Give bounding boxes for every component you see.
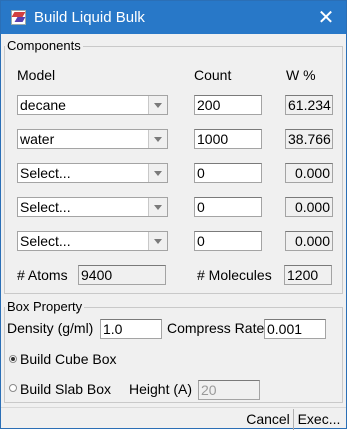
height-input: 20 [198, 380, 260, 400]
count-input-2[interactable]: 1000 [194, 129, 262, 149]
build-cube-box-radio[interactable] [9, 355, 17, 363]
app-icon [11, 10, 26, 25]
close-icon[interactable]: ✕ [311, 4, 341, 32]
components-group-title: Components [5, 38, 83, 53]
model-select-2[interactable]: water [17, 129, 168, 149]
model-select-5[interactable]: Select... [17, 231, 168, 251]
atoms-label: # Atoms [17, 267, 68, 283]
weight-value-4: 0.000 [285, 197, 333, 217]
box-property-group-title: Box Property [5, 299, 85, 314]
model-select-4-value: Select... [20, 199, 71, 215]
count-input-3[interactable]: 0 [194, 163, 262, 183]
window-title: Build Liquid Bulk [34, 9, 145, 26]
weight-value-2: 38.766 [285, 129, 333, 149]
density-input[interactable]: 1.0 [100, 319, 162, 339]
compress-rate-input[interactable]: 0.001 [264, 319, 326, 339]
count-input-1[interactable]: 200 [194, 95, 262, 115]
cancel-button[interactable]: Cancel [245, 409, 291, 430]
weight-value-3: 0.000 [285, 163, 333, 183]
count-header: Count [194, 67, 232, 83]
count-input-4[interactable]: 0 [194, 197, 262, 217]
model-select-2-value: water [20, 131, 55, 147]
chevron-down-icon[interactable] [148, 164, 167, 182]
molecules-label: # Molecules [197, 267, 272, 283]
chevron-down-icon[interactable] [148, 232, 167, 250]
chevron-down-icon[interactable] [148, 130, 167, 148]
chevron-down-icon[interactable] [148, 198, 167, 216]
model-select-1-value: decane [20, 97, 66, 113]
density-label: Density (g/ml) [7, 320, 94, 336]
atoms-value: 9400 [78, 265, 166, 285]
count-input-5[interactable]: 0 [194, 231, 262, 251]
build-cube-box-label[interactable]: Build Cube Box [20, 351, 117, 367]
molecules-value: 1200 [284, 265, 332, 285]
exec-button[interactable]: Exec... [293, 409, 344, 430]
weight-value-1: 61.234 [285, 95, 333, 115]
title-bar: Build Liquid Bulk ✕ [1, 1, 346, 34]
build-liquid-bulk-dialog: Build Liquid Bulk ✕ Components Model Cou… [0, 0, 347, 430]
compress-rate-label: Compress Rate [167, 320, 265, 336]
chevron-down-icon[interactable] [148, 96, 167, 114]
model-select-1[interactable]: decane [17, 95, 168, 115]
model-select-5-value: Select... [20, 233, 71, 249]
build-slab-box-label[interactable]: Build Slab Box [20, 381, 111, 397]
button-bar-divider [1, 407, 346, 408]
build-slab-box-radio[interactable] [9, 384, 17, 392]
model-select-3[interactable]: Select... [17, 163, 168, 183]
model-header: Model [17, 67, 56, 83]
height-label: Height (A) [129, 381, 193, 397]
weight-header: W % [286, 67, 316, 83]
model-select-4[interactable]: Select... [17, 197, 168, 217]
weight-value-5: 0.000 [285, 231, 333, 251]
model-select-3-value: Select... [20, 165, 71, 181]
